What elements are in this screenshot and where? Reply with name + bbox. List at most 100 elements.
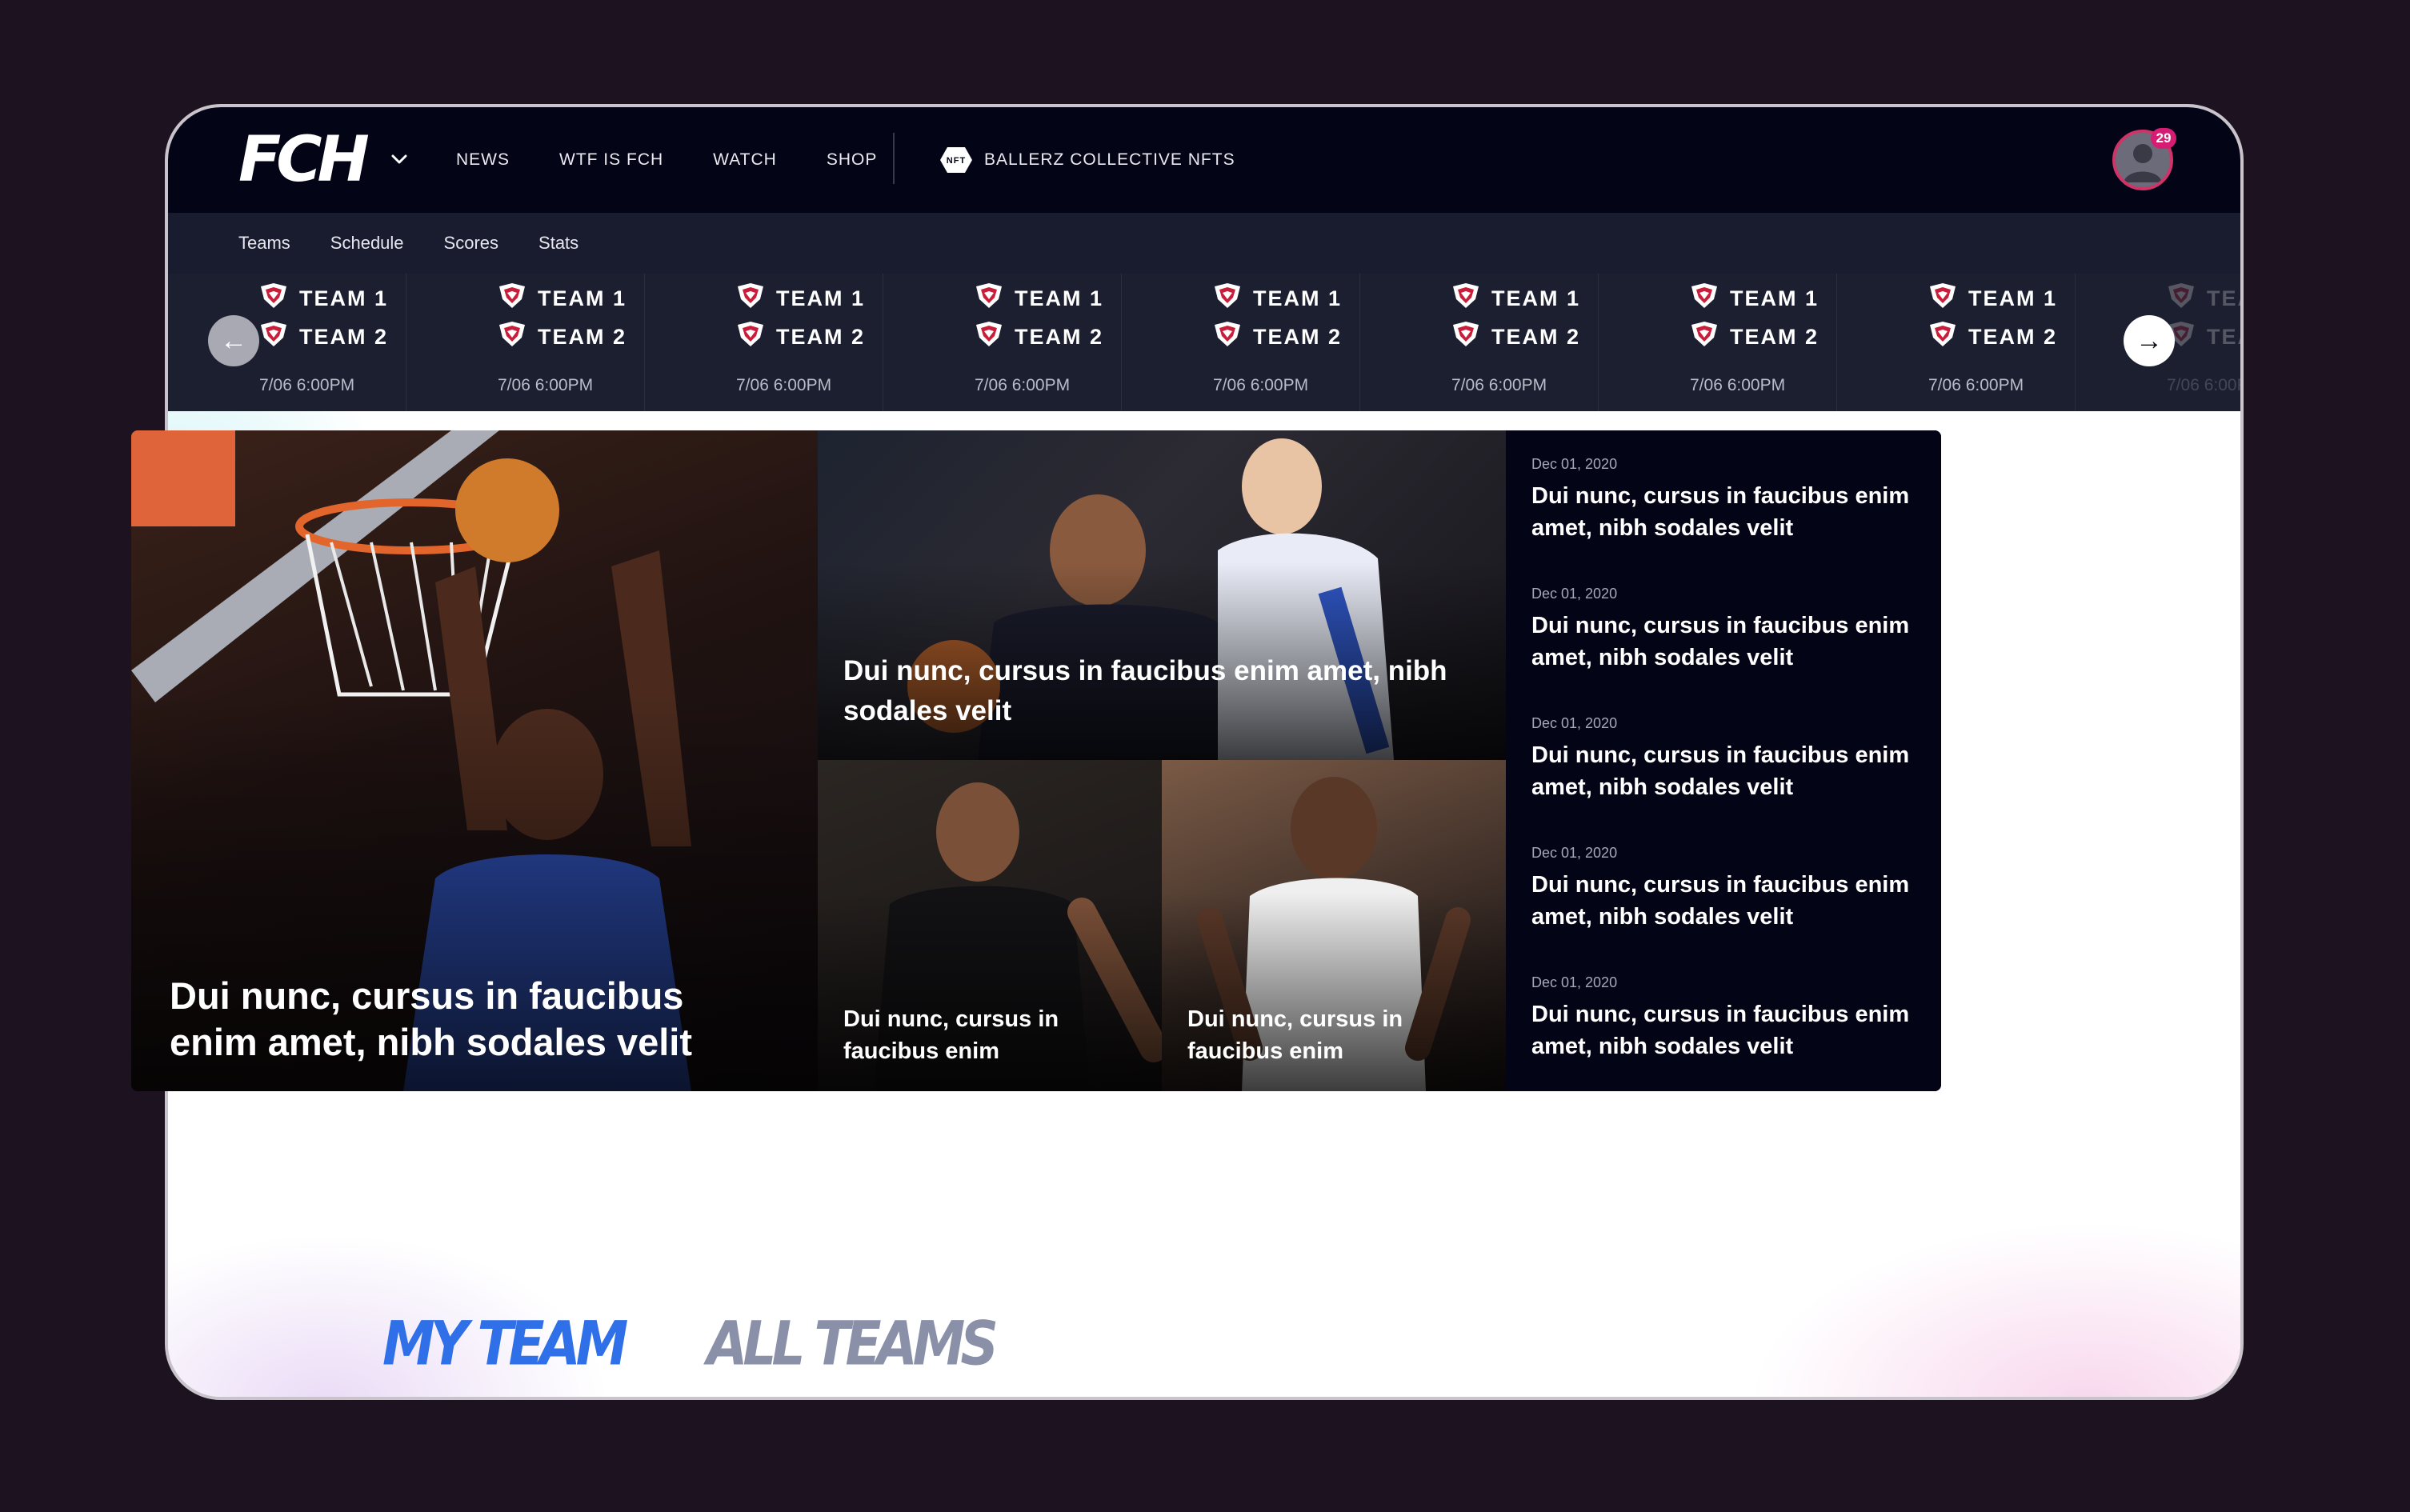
team-row-away: TEAM 2 xyxy=(1451,322,1580,353)
team-row-home: TEAM 1 xyxy=(498,283,627,314)
game-card[interactable]: TEAM 1 TEAM 2 7/06 6:00PM xyxy=(1599,274,1837,411)
team-shield-icon xyxy=(736,322,765,353)
hero-story[interactable]: Dui nunc, cursus in faucibus enim amet, … xyxy=(131,430,818,1091)
team-name: TEAM 1 xyxy=(538,286,627,310)
game-card[interactable]: TEAM 1 TEAM 2 7/06 6:00PM xyxy=(406,274,645,411)
game-time: 7/06 6:00PM xyxy=(498,376,594,394)
nav-shop[interactable]: SHOP xyxy=(827,146,878,174)
game-time: 7/06 6:00PM xyxy=(1690,376,1786,394)
nav-news[interactable]: NEWS xyxy=(456,146,510,174)
team-row-home: TEAM 1 xyxy=(736,283,865,314)
tile-bottom-left-title: Dui nunc, cursus in faucibus enim xyxy=(843,1006,1059,1064)
scores-strip: TEAM 1 TEAM 2 7/06 6:00PM TEAM 1 TEAM 2 7/06 … xyxy=(168,274,2240,411)
team-row-away: TEAM 2 xyxy=(1928,322,2057,353)
team-name: TEAM 1 xyxy=(1968,286,2058,310)
team-shield-icon xyxy=(1690,322,1719,353)
top-navbar: FCH NEWS WTF IS FCH WATCH SHOP NFT BALLE… xyxy=(168,107,2240,213)
game-card[interactable]: TEAM 1 TEAM 2 7/06 6:00PM xyxy=(1837,274,2076,411)
game-card[interactable]: TEAM 1 TEAM 2 7/06 6:00PM xyxy=(1360,274,1599,411)
main-nav: NEWS WTF IS FCH WATCH SHOP xyxy=(456,146,927,174)
game-card[interactable]: TEAM 1 TEAM 2 7/06 6:00PM xyxy=(168,274,406,411)
fch-logo[interactable]: FCH xyxy=(238,128,374,192)
news-title: Dui nunc, cursus in faucibus enim amet, … xyxy=(1531,483,1910,541)
team-shield-icon xyxy=(1213,283,1242,314)
nav-wtf-is-fch[interactable]: WTF IS FCH xyxy=(559,146,663,174)
team-row-away: TEAM 2 xyxy=(498,322,627,353)
team-name: TEAM 1 xyxy=(1253,286,1343,310)
game-time: 7/06 6:00PM xyxy=(1213,376,1309,394)
scores-prev-button[interactable]: ← xyxy=(208,315,259,366)
team-shield-icon xyxy=(259,322,288,353)
team-name: TEAM 2 xyxy=(1968,325,2058,349)
tab-all-teams[interactable]: ALL TEAMS xyxy=(707,1307,999,1381)
nft-badge-icon: NFT xyxy=(940,147,972,173)
subnav-schedule[interactable]: Schedule xyxy=(330,229,404,258)
tile-bottom-right-title: Dui nunc, cursus in faucibus enim xyxy=(1187,1006,1403,1064)
team-row-away: TEAM 2 xyxy=(1690,322,1819,353)
featured-news-module: Dui nunc, cursus in faucibus enim amet, … xyxy=(131,430,1941,1091)
game-time: 7/06 6:00PM xyxy=(259,376,355,394)
team-row-home: TEAM 1 xyxy=(1213,283,1342,314)
chevron-down-icon[interactable] xyxy=(387,147,411,171)
scores-next-button[interactable]: → xyxy=(2124,315,2175,366)
team-row-home: TEAM 1 xyxy=(1451,283,1580,314)
story-tile-top[interactable]: Dui nunc, cursus in faucibus enim amet, … xyxy=(818,430,1506,760)
tab-my-team[interactable]: MY TEAM xyxy=(382,1307,628,1381)
team-shield-icon xyxy=(975,322,1003,353)
subnav-stats[interactable]: Stats xyxy=(538,229,578,258)
team-row-away: TEAM 2 xyxy=(2167,322,2240,353)
team-name: TEAM 2 xyxy=(1491,325,1581,349)
game-card[interactable]: TEAM 1 TEAM 2 7/06 6:00PM xyxy=(1122,274,1360,411)
nav-divider xyxy=(893,133,895,184)
team-name: TEAM 1 xyxy=(776,286,866,310)
team-row-away: TEAM 2 xyxy=(1213,322,1342,353)
team-name: TEAM 1 xyxy=(1015,286,1104,310)
team-shield-icon xyxy=(259,283,288,314)
team-shield-icon xyxy=(1451,283,1480,314)
arrow-right-icon: → xyxy=(2136,325,2163,356)
sub-navbar: Teams Schedule Scores Stats xyxy=(168,213,2240,274)
team-row-home: TEAM 1 xyxy=(259,283,388,314)
news-date: Dec 01, 2020 xyxy=(1531,974,1618,990)
game-time: 7/06 6:00PM xyxy=(2167,376,2240,394)
news-date: Dec 01, 2020 xyxy=(1531,586,1618,602)
team-row-away: TEAM 2 xyxy=(736,322,865,353)
team-row-home: TEAM 1 xyxy=(2167,283,2240,314)
team-row-home: TEAM 1 xyxy=(1690,283,1819,314)
news-item[interactable]: Dec 01, 2020 Dui nunc, cursus in faucibu… xyxy=(1531,714,1916,843)
news-item[interactable]: Dec 01, 2020 Dui nunc, cursus in faucibu… xyxy=(1531,584,1916,714)
news-item[interactable]: Dec 01, 2020 Dui nunc, cursus in faucibu… xyxy=(1531,973,1916,1091)
nav-watch[interactable]: WATCH xyxy=(713,146,777,174)
game-card[interactable]: TEAM 1 TEAM 2 7/06 6:00PM xyxy=(645,274,883,411)
team-shield-icon xyxy=(1928,322,1957,353)
game-time: 7/06 6:00PM xyxy=(975,376,1071,394)
team-shield-icon xyxy=(2167,283,2196,314)
nft-badge-label: NFT xyxy=(947,156,966,166)
team-shield-icon xyxy=(1928,283,1957,314)
news-title: Dui nunc, cursus in faucibus enim amet, … xyxy=(1531,872,1910,930)
team-name: TEAM 1 xyxy=(2207,286,2240,310)
team-tabs: MY TEAM ALL TEAMS xyxy=(382,1308,999,1379)
team-name: TEAM 1 xyxy=(1491,286,1581,310)
team-name: TEAM 2 xyxy=(299,325,389,349)
news-date: Dec 01, 2020 xyxy=(1531,845,1618,861)
ballerz-nft-link[interactable]: NFT BALLERZ COLLECTIVE NFTS xyxy=(939,144,1235,176)
team-shield-icon xyxy=(1213,322,1242,353)
team-shield-icon xyxy=(736,283,765,314)
subnav-teams[interactable]: Teams xyxy=(238,229,290,258)
news-item[interactable]: Dec 01, 2020 Dui nunc, cursus in faucibu… xyxy=(1531,843,1916,973)
game-card[interactable]: TEAM 1 TEAM 2 7/06 6:00PM xyxy=(883,274,1122,411)
team-name: TEAM 2 xyxy=(776,325,866,349)
story-tile-bottom-left[interactable]: Dui nunc, cursus in faucibus enim xyxy=(818,760,1162,1091)
hero-title: Dui nunc, cursus in faucibus enim amet, … xyxy=(170,974,692,1063)
subnav-scores[interactable]: Scores xyxy=(444,229,498,258)
team-name: TEAM 1 xyxy=(299,286,389,310)
news-date: Dec 01, 2020 xyxy=(1531,456,1618,472)
news-title: Dui nunc, cursus in faucibus enim amet, … xyxy=(1531,742,1910,800)
team-row-home: TEAM 1 xyxy=(1928,283,2057,314)
news-item[interactable]: Dec 01, 2020 Dui nunc, cursus in faucibu… xyxy=(1531,454,1916,584)
tile-top-title: Dui nunc, cursus in faucibus enim amet, … xyxy=(843,655,1447,726)
team-shield-icon xyxy=(975,283,1003,314)
latest-news-list: Dec 01, 2020 Dui nunc, cursus in faucibu… xyxy=(1506,430,1941,1091)
story-tile-bottom-right[interactable]: Dui nunc, cursus in faucibus enim xyxy=(1162,760,1506,1091)
